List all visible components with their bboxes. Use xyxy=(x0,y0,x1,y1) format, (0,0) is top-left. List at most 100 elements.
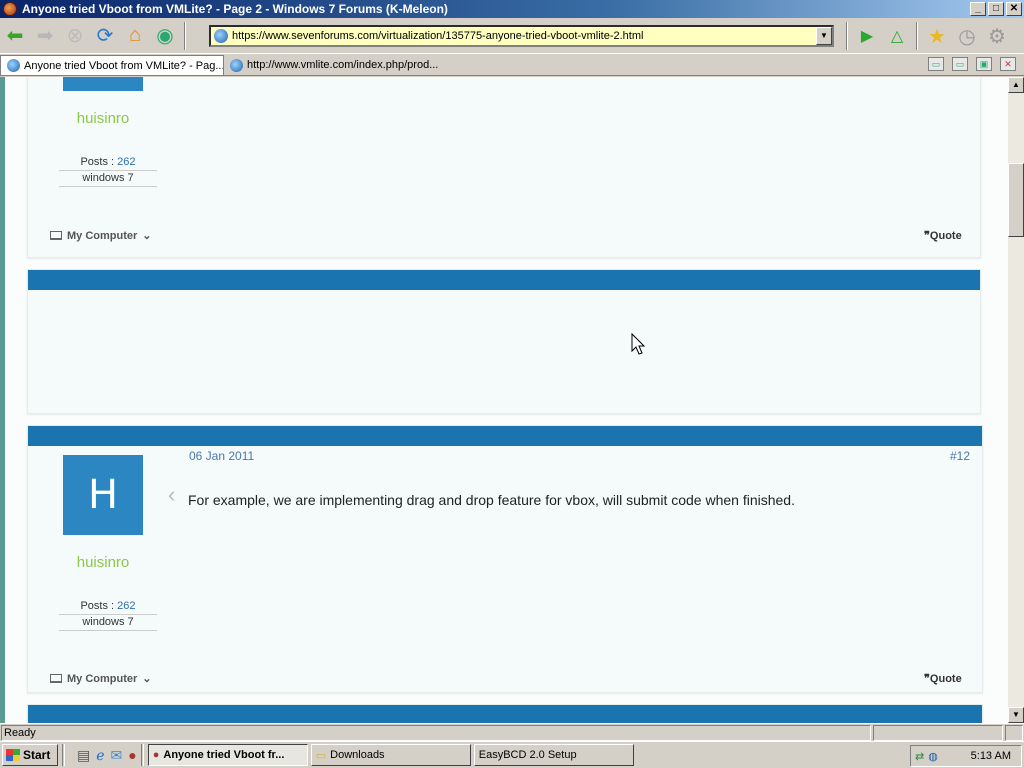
close-tab-icon[interactable]: ✕ xyxy=(1000,57,1016,71)
forum-post: huisinro Posts : 262 windows 7 My Comput… xyxy=(27,77,981,258)
forum-post xyxy=(27,704,983,723)
toolbar-separator xyxy=(846,22,848,50)
tab-vboot-forum[interactable]: Anyone tried Vboot from VMLite? - Pag... xyxy=(0,55,224,75)
block-header-bar xyxy=(28,270,980,290)
quote-label: Quote xyxy=(929,230,962,242)
quote-button[interactable]: ❞Quote xyxy=(924,672,962,685)
tab-bar: Anyone tried Vboot from VMLite? - Pag...… xyxy=(0,54,1024,76)
forum-post: 06 Jan 2011 #12 H ‹ For example, we are … xyxy=(27,425,983,693)
new-tab-icon[interactable]: ▣ xyxy=(976,57,992,71)
start-button[interactable]: Start xyxy=(2,744,58,766)
up-arrow-icon[interactable]: △ xyxy=(884,23,910,49)
page-content: huisinro Posts : 262 windows 7 My Comput… xyxy=(0,77,1008,723)
posts-value[interactable]: 262 xyxy=(117,156,135,168)
os-info: windows 7 xyxy=(59,172,157,187)
stop-icon[interactable]: ⊗ xyxy=(62,23,88,49)
computer-icon xyxy=(50,674,62,683)
site-icon xyxy=(214,29,228,43)
post-date: 06 Jan 2011 xyxy=(189,449,255,463)
task-label: EasyBCD 2.0 Setup xyxy=(478,749,577,761)
my-computer-label: My Computer xyxy=(67,672,138,685)
post-number-link[interactable]: #12 xyxy=(950,449,970,463)
window-title: Anyone tried Vboot from VMLite? - Page 2… xyxy=(22,2,448,16)
home-icon[interactable]: ⌂ xyxy=(122,23,148,49)
reload-icon[interactable]: ⟳ xyxy=(92,23,118,49)
outlook-express-icon[interactable]: ✉ xyxy=(111,747,123,764)
globe-icon xyxy=(230,58,243,72)
close-button[interactable]: ✕ xyxy=(1006,2,1022,16)
chevron-left-icon: ‹ xyxy=(168,482,176,507)
go-arrow-icon[interactable]: ▶ xyxy=(854,23,880,49)
minimize-button[interactable]: _ xyxy=(970,2,986,16)
bookmark-star-icon[interactable]: ★ xyxy=(924,23,950,49)
vertical-scrollbar[interactable]: ▲ ▼ xyxy=(1008,77,1024,723)
post-header-bar xyxy=(28,426,982,446)
back-icon[interactable]: ⬅ xyxy=(2,23,28,49)
user-avatar[interactable] xyxy=(63,77,143,91)
k-meleon-launch-icon[interactable]: ● xyxy=(128,747,136,763)
tab-label: http://www.vmlite.com/index.php/prod... xyxy=(247,59,439,71)
toolbar-separator xyxy=(916,22,918,50)
task-label: Downloads xyxy=(330,749,385,761)
maximize-button[interactable]: □ xyxy=(988,2,1004,16)
windows-logo-icon xyxy=(6,749,20,761)
go-icon[interactable]: ◉ xyxy=(152,23,178,49)
os-info: windows 7 xyxy=(59,616,157,631)
show-desktop-icon[interactable]: ▤ xyxy=(77,747,90,764)
posts-count: Posts : 262 xyxy=(59,156,157,171)
taskbar-item-easybcd[interactable]: EasyBCD 2.0 Setup xyxy=(473,744,634,766)
quote-label: Quote xyxy=(929,673,962,685)
url-bar[interactable]: https://www.sevenforums.com/virtualizati… xyxy=(209,25,834,47)
tab-label: Anyone tried Vboot from VMLite? - Pag... xyxy=(24,59,224,72)
status-text: Ready xyxy=(1,725,871,741)
my-computer-toggle[interactable]: My Computer ⌄ xyxy=(50,672,152,685)
taskbar-separator xyxy=(62,744,65,766)
my-computer-toggle[interactable]: My Computer ⌄ xyxy=(50,229,152,242)
user-avatar[interactable]: H xyxy=(63,455,143,535)
taskbar-separator xyxy=(140,744,144,766)
taskbar: Start ▤ ℯ ✉ ● ● Anyone tried Vboot fr...… xyxy=(0,741,1024,768)
tab-prev-icon[interactable]: ▭ xyxy=(928,57,944,71)
start-label: Start xyxy=(23,748,51,762)
chevron-down-icon: ⌄ xyxy=(142,673,152,685)
mouse-cursor-icon xyxy=(631,333,646,355)
url-text[interactable]: https://www.sevenforums.com/virtualizati… xyxy=(232,30,816,42)
navigation-toolbar: ⬅ ➡ ⊗ ⟳ ⌂ ◉ https://www.sevenforums.com/… xyxy=(0,18,1024,54)
taskbar-item-downloads[interactable]: ▭ Downloads xyxy=(310,744,471,766)
tab-next-icon[interactable]: ▭ xyxy=(952,57,968,71)
scroll-up-button[interactable]: ▲ xyxy=(1008,77,1024,93)
globe-icon xyxy=(7,59,20,72)
task-label: Anyone tried Vboot fr... xyxy=(163,749,285,761)
my-computer-label: My Computer xyxy=(67,229,138,242)
chevron-down-icon: ⌄ xyxy=(142,230,152,242)
tray-globe-icon[interactable]: ◍ xyxy=(928,750,938,763)
status-bar: Ready xyxy=(0,723,1024,741)
posts-label: Posts : xyxy=(80,600,118,612)
title-bar: Anyone tried Vboot from VMLite? - Page 2… xyxy=(0,0,1024,18)
folder-icon: ▭ xyxy=(315,749,327,762)
page-left-border xyxy=(0,77,5,723)
status-pane xyxy=(873,725,1003,741)
scroll-thumb[interactable] xyxy=(1008,163,1024,237)
scroll-down-button[interactable]: ▼ xyxy=(1008,707,1024,723)
posts-value[interactable]: 262 xyxy=(117,600,135,612)
post-message: For example, we are implementing drag an… xyxy=(188,492,795,508)
taskbar-item-browser[interactable]: ● Anyone tried Vboot fr... xyxy=(147,744,308,766)
username-link[interactable]: huisinro xyxy=(53,110,153,127)
network-icon[interactable]: ⇄ xyxy=(915,750,924,763)
settings-gear-icon[interactable]: ⚙ xyxy=(984,23,1010,49)
clock[interactable]: 5:13 AM xyxy=(971,750,1011,762)
status-pane-small xyxy=(1005,725,1023,741)
quote-button[interactable]: ❞Quote xyxy=(924,229,962,242)
username-link[interactable]: huisinro xyxy=(53,554,153,571)
url-dropdown-button[interactable]: ▼ xyxy=(816,27,832,45)
k-meleon-icon: ● xyxy=(152,749,160,761)
forward-icon[interactable]: ➡ xyxy=(32,23,58,49)
history-icon[interactable]: ◷ xyxy=(954,23,980,49)
posts-count: Posts : 262 xyxy=(59,600,157,615)
advertisement-block xyxy=(27,269,981,414)
quick-launch: ▤ ℯ ✉ ● xyxy=(77,747,137,764)
internet-explorer-icon[interactable]: ℯ xyxy=(96,747,104,764)
tab-vmlite[interactable]: http://www.vmlite.com/index.php/prod... xyxy=(224,55,444,75)
k-meleon-icon xyxy=(3,2,17,16)
